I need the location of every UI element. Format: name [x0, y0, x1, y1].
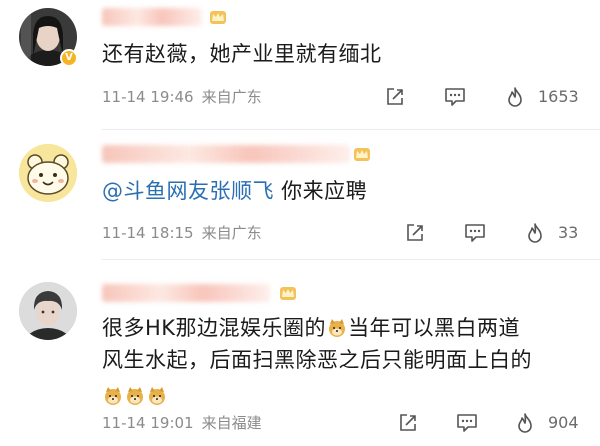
- comment-text-line-1: 很多HK那边混娱乐圈的 当年可以黑白两道: [102, 312, 580, 344]
- like-button[interactable]: [525, 222, 545, 244]
- share-icon: [407, 224, 423, 241]
- mention-link[interactable]: @斗鱼网友张顺飞: [102, 179, 274, 203]
- like-count: 1653: [538, 87, 579, 106]
- comment-time: 11-14 19:46: [102, 88, 194, 106]
- comment-text-part: 当年可以黑白两道: [348, 316, 521, 340]
- comment-time: 11-14 18:15: [102, 224, 194, 242]
- comment-button[interactable]: [464, 222, 486, 244]
- crown-icon: [280, 287, 296, 300]
- flame-like-icon: [518, 413, 532, 433]
- username-redacted[interactable]: [102, 284, 270, 302]
- comment-meta: 11-14 18:15 来自广东: [102, 222, 262, 244]
- comment-text: @斗鱼网友张顺飞 你来应聘: [102, 175, 580, 207]
- doge-emoji-icon: [127, 387, 143, 405]
- share-button[interactable]: [398, 412, 418, 434]
- comment-button[interactable]: [444, 86, 466, 108]
- comment-location: 来自福建: [201, 414, 262, 432]
- like-count: 904: [548, 413, 579, 432]
- comment-icon: [465, 224, 485, 242]
- avatar[interactable]: [19, 282, 77, 340]
- avatar[interactable]: [19, 144, 77, 202]
- doge-emoji-icon: [149, 387, 165, 405]
- comment-meta: 11-14 19:01 来自福建: [102, 412, 262, 434]
- share-icon: [400, 414, 416, 431]
- like-button[interactable]: [515, 412, 535, 434]
- comment-text: 很多HK那边混娱乐圈的 当年可以黑白两道 风生水起，后面扫黑除恶之后只能明面上白的: [102, 312, 580, 412]
- comment-3: 很多HK那边混娱乐圈的 当年可以黑白两道 风生水起，后面扫黑除恶之后只能明面上白的…: [0, 260, 600, 446]
- comment-time: 11-14 19:01: [102, 414, 194, 432]
- comment-icon: [457, 414, 477, 432]
- doge-emoji-icon: [105, 387, 121, 405]
- comment-location: 来自广东: [201, 224, 262, 242]
- username-redacted[interactable]: [102, 8, 202, 26]
- comment-2: @斗鱼网友张顺飞 你来应聘 11-14 18:15 来自广东 33: [0, 130, 600, 260]
- verified-badge-icon: V: [60, 49, 78, 67]
- like-button[interactable]: [505, 86, 525, 108]
- comment-1: V 还有赵薇，她产业里就有缅北 11-14 19:46 来自广东 1653: [0, 0, 600, 130]
- comment-button[interactable]: [456, 412, 478, 434]
- flame-like-icon: [508, 87, 522, 107]
- comment-text: 还有赵薇，她产业里就有缅北: [102, 42, 382, 66]
- comment-text-part: 很多HK那边混娱乐圈的: [102, 316, 327, 340]
- comment-icon: [445, 88, 465, 106]
- crown-icon: [354, 148, 370, 161]
- share-icon: [387, 88, 403, 105]
- comment-text-line-2: 风生水起，后面扫黑除恶之后只能明面上白的: [102, 348, 532, 372]
- share-button[interactable]: [385, 86, 405, 108]
- comment-emoji-row: [102, 376, 580, 412]
- comment-text-body: 你来应聘: [274, 179, 368, 203]
- username-redacted[interactable]: [102, 145, 350, 163]
- share-button[interactable]: [405, 222, 425, 244]
- comment-location: 来自广东: [201, 88, 262, 106]
- doge-emoji-icon: [329, 319, 346, 337]
- flame-like-icon: [528, 223, 542, 243]
- comment-meta: 11-14 19:46 来自广东: [102, 86, 262, 108]
- crown-icon: [210, 11, 226, 24]
- like-count: 33: [558, 223, 579, 242]
